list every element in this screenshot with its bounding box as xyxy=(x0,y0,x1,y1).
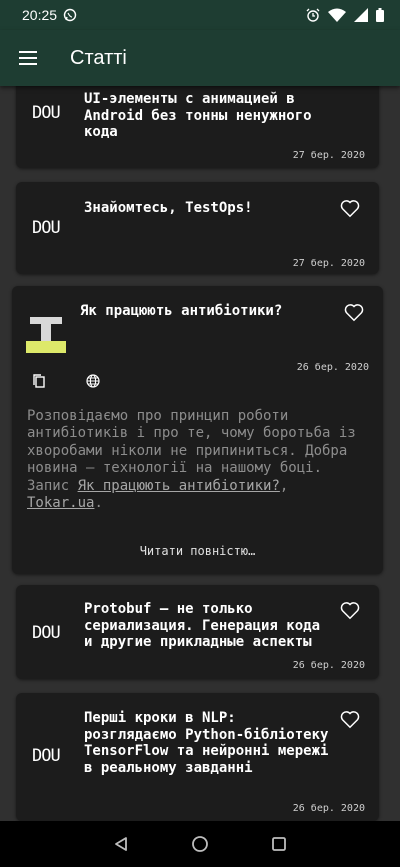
status-time: 20:25 xyxy=(22,7,58,23)
signal-icon xyxy=(354,8,368,22)
app-bar: Статті xyxy=(0,30,400,86)
battery-icon xyxy=(376,8,384,22)
wifi-icon xyxy=(328,8,346,22)
tokar-logo xyxy=(26,317,66,353)
article-card-expanded[interactable]: Як працюють антибіотики? 26 бер. 2020 Ро… xyxy=(12,286,383,574)
summary-separator: , xyxy=(279,477,289,494)
article-title: Перші кроки в NLP: розглядаємо Python-бі… xyxy=(84,710,329,776)
status-bar: 20:25 xyxy=(0,0,400,30)
system-nav-bar xyxy=(0,821,400,867)
source-logo: DOU xyxy=(32,218,61,238)
source-link[interactable]: Tokar.ua xyxy=(27,495,94,511)
heart-icon[interactable] xyxy=(339,599,361,621)
article-card[interactable]: DOU UI-элементы с анимацией в Android бе… xyxy=(16,86,379,168)
article-date: 27 бер. 2020 xyxy=(292,150,365,161)
article-date: 27 бер. 2020 xyxy=(292,258,365,269)
page-title: Статті xyxy=(70,46,127,69)
article-date: 26 бер. 2020 xyxy=(296,362,369,373)
back-icon[interactable] xyxy=(113,836,129,852)
alarm-icon xyxy=(306,8,320,22)
summary-end: . xyxy=(94,495,103,512)
article-card[interactable]: DOU Знайомтесь, TestOps! 27 бер. 2020 xyxy=(16,182,379,274)
heart-icon[interactable] xyxy=(343,301,365,323)
source-logo: DOU xyxy=(32,103,61,123)
heart-icon[interactable] xyxy=(339,708,361,730)
source-logo: DOU xyxy=(32,746,61,766)
menu-button[interactable] xyxy=(0,30,56,86)
article-feed[interactable]: DOU UI-элементы с анимацией в Android бе… xyxy=(0,86,400,821)
article-card[interactable]: DOU Перші кроки в NLP: розглядаємо Pytho… xyxy=(16,693,379,821)
home-icon[interactable] xyxy=(191,835,209,853)
article-title: Як працюють антибіотики? xyxy=(80,303,283,319)
article-date: 26 бер. 2020 xyxy=(292,660,365,671)
recents-icon[interactable] xyxy=(271,836,287,852)
article-title: Знайомтесь, TestOps! xyxy=(84,200,253,216)
heart-icon[interactable] xyxy=(339,197,361,219)
globe-icon[interactable] xyxy=(86,374,100,388)
article-date: 26 бер. 2020 xyxy=(292,803,365,814)
hamburger-icon xyxy=(19,51,37,65)
article-title: UI-элементы с анимацией в Android без то… xyxy=(84,91,312,140)
article-summary: Розповідаємо про принцип роботи антибіот… xyxy=(27,408,372,512)
read-more-button[interactable]: Читати повністю… xyxy=(12,544,383,558)
viber-icon xyxy=(63,8,77,22)
copy-icon[interactable] xyxy=(32,374,46,388)
source-logo: DOU xyxy=(32,623,61,643)
summary-link[interactable]: Як працюють антибіотики? xyxy=(78,478,280,494)
article-title: Protobuf — не только сериализация. Генер… xyxy=(84,601,321,650)
article-card[interactable]: DOU Protobuf — не только сериализация. Г… xyxy=(16,585,379,679)
